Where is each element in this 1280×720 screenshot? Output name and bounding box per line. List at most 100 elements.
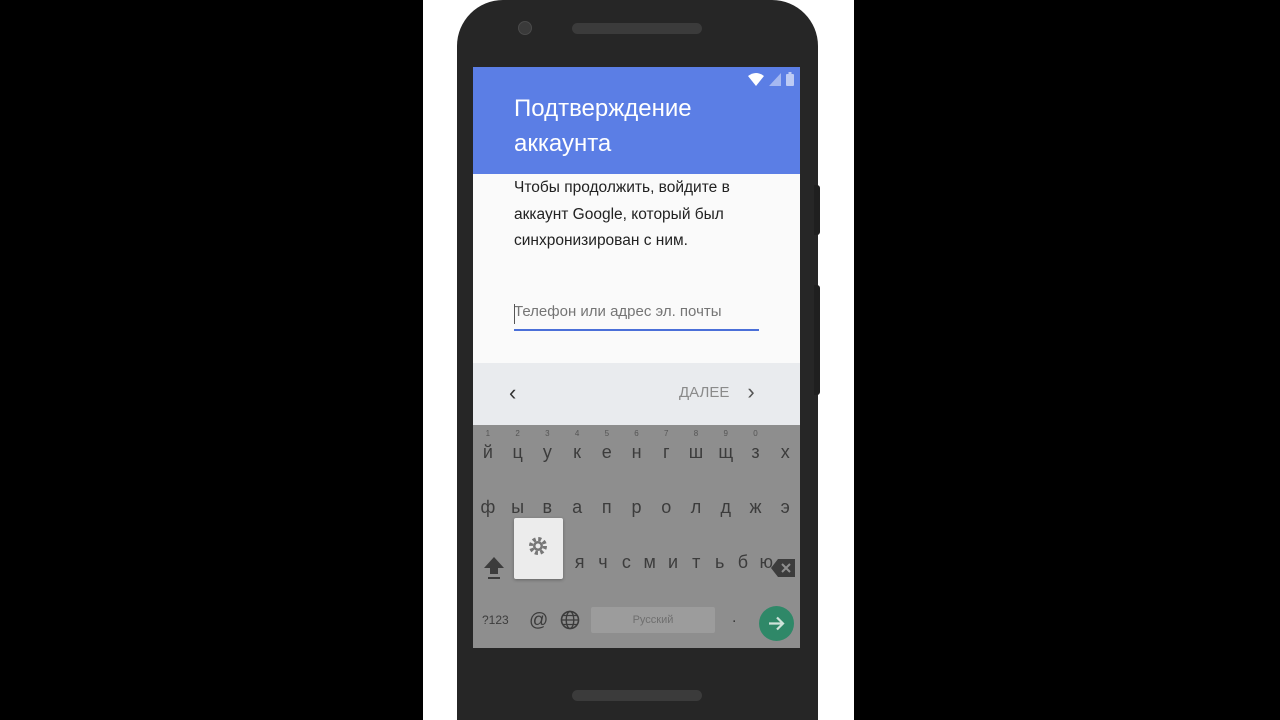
key-hint-digit: 5: [604, 429, 610, 438]
setup-navigation-bar: ‹ ДАЛЕЕ ›: [473, 363, 800, 425]
key-hint-digit: 2: [515, 429, 520, 438]
key-label: з: [751, 442, 760, 462]
keyboard-row-2: фывапролджэ: [473, 497, 800, 518]
key-с[interactable]: с: [615, 552, 638, 573]
key-label: ж: [749, 497, 762, 517]
key-label: в: [542, 497, 553, 517]
key-э[interactable]: э: [770, 497, 800, 518]
key-label: ш: [688, 442, 704, 462]
key-з[interactable]: з0: [741, 429, 771, 463]
key-е[interactable]: е5: [592, 429, 622, 463]
key-label: г: [662, 442, 670, 462]
space-bar[interactable]: Русский: [591, 607, 715, 633]
volume-button: [814, 185, 820, 235]
key-label: о: [661, 497, 672, 517]
key-к[interactable]: к4: [562, 429, 592, 463]
numbers-symbols-key[interactable]: ?123: [482, 613, 509, 627]
instruction-text: Чтобы продолжить, войдите в аккаунт Goog…: [514, 175, 774, 255]
key-label: л: [690, 497, 702, 517]
key-hint-digit: 8: [693, 429, 699, 438]
key-л[interactable]: л: [681, 497, 711, 518]
page-title: Подтверждение аккаунта: [514, 91, 692, 161]
globe-icon[interactable]: [560, 610, 580, 630]
front-camera: [518, 21, 532, 35]
key-label: п: [601, 497, 612, 517]
battery-icon: [786, 72, 794, 86]
key-hint-digit: 0: [753, 429, 758, 438]
key-ч[interactable]: ч: [591, 552, 614, 573]
phone-or-email-input[interactable]: [514, 299, 759, 320]
key-я[interactable]: я: [568, 552, 591, 573]
key-label: д: [720, 497, 731, 517]
key-ж[interactable]: ж: [741, 497, 771, 518]
cellular-signal-icon: [769, 72, 781, 86]
key-а[interactable]: а: [562, 497, 592, 518]
top-speaker: [572, 23, 702, 34]
chevron-right-icon: ›: [747, 379, 755, 404]
key-hint-digit: 9: [723, 429, 728, 438]
key-label: ч: [598, 552, 608, 572]
next-button[interactable]: ДАЛЕЕ ›: [679, 379, 755, 404]
key-м[interactable]: м: [638, 552, 661, 573]
key-label: н: [631, 442, 642, 462]
key-ш[interactable]: ш8: [681, 429, 711, 463]
shift-key-icon[interactable]: [483, 556, 505, 580]
key-label: ы: [511, 497, 525, 517]
key-в[interactable]: в: [532, 497, 562, 518]
key-г[interactable]: г7: [651, 429, 681, 463]
key-label: а: [572, 497, 583, 517]
key-б[interactable]: б: [731, 552, 754, 573]
key-х[interactable]: х: [770, 442, 800, 463]
on-screen-keyboard: й1ц2у3к4е5н6г7ш8щ9з0х фывапролджэ ячсмит…: [473, 425, 800, 648]
key-label: у: [542, 442, 552, 462]
key-о[interactable]: о: [651, 497, 681, 518]
key-ф[interactable]: ф: [473, 497, 503, 518]
key-label: е: [601, 442, 612, 462]
key-label: ц: [512, 442, 523, 462]
key-label: к: [573, 442, 581, 462]
app-header: Подтверждение аккаунта: [473, 67, 800, 174]
key-hint-digit: 6: [634, 429, 639, 438]
key-label: х: [780, 442, 790, 462]
backspace-key-icon[interactable]: [771, 559, 795, 577]
page-title-line2: аккаунта: [514, 130, 612, 157]
at-key[interactable]: @: [529, 610, 548, 632]
key-hint-digit: 1: [485, 429, 491, 438]
key-д[interactable]: д: [711, 497, 741, 518]
key-щ[interactable]: щ9: [711, 429, 741, 463]
key-у[interactable]: у3: [532, 429, 562, 463]
bottom-speaker: [572, 690, 702, 701]
key-ь[interactable]: ь: [708, 552, 731, 573]
gear-icon: [529, 537, 547, 555]
key-label: т: [692, 552, 701, 572]
keyboard-row-1: й1ц2у3к4е5н6г7ш8щ9з0х: [473, 429, 800, 463]
page-title-line1: Подтверждение: [514, 95, 692, 122]
key-й[interactable]: й1: [473, 429, 503, 463]
key-ц[interactable]: ц2: [503, 429, 533, 463]
key-н[interactable]: н6: [622, 429, 652, 463]
enter-key[interactable]: [759, 606, 794, 641]
key-и[interactable]: и: [661, 552, 684, 573]
key-label: б: [737, 552, 749, 572]
key-ы[interactable]: ы: [503, 497, 533, 518]
key-п[interactable]: п: [592, 497, 622, 518]
key-label: м: [643, 552, 656, 572]
power-button: [814, 285, 820, 395]
key-т[interactable]: т: [685, 552, 708, 573]
key-р[interactable]: р: [622, 497, 652, 518]
period-key[interactable]: .: [732, 609, 736, 627]
instruction-line1: Чтобы продолжить, войдите в: [514, 179, 730, 196]
key-label: и: [667, 552, 678, 572]
instruction-line2: аккаунт Google, который был: [514, 205, 724, 223]
login-field-container: [514, 299, 759, 331]
key-hint-digit: 3: [545, 429, 550, 438]
key-label: ь: [714, 552, 725, 572]
status-bar: [748, 72, 794, 86]
key-label: я: [574, 552, 585, 572]
back-button[interactable]: ‹: [509, 381, 516, 405]
text-cursor: [514, 304, 515, 324]
key-label: ф: [480, 497, 496, 517]
instruction-line3: синхронизирован с ним.: [514, 232, 688, 249]
wifi-icon: [748, 72, 764, 86]
key-long-press-popup[interactable]: [514, 518, 563, 579]
